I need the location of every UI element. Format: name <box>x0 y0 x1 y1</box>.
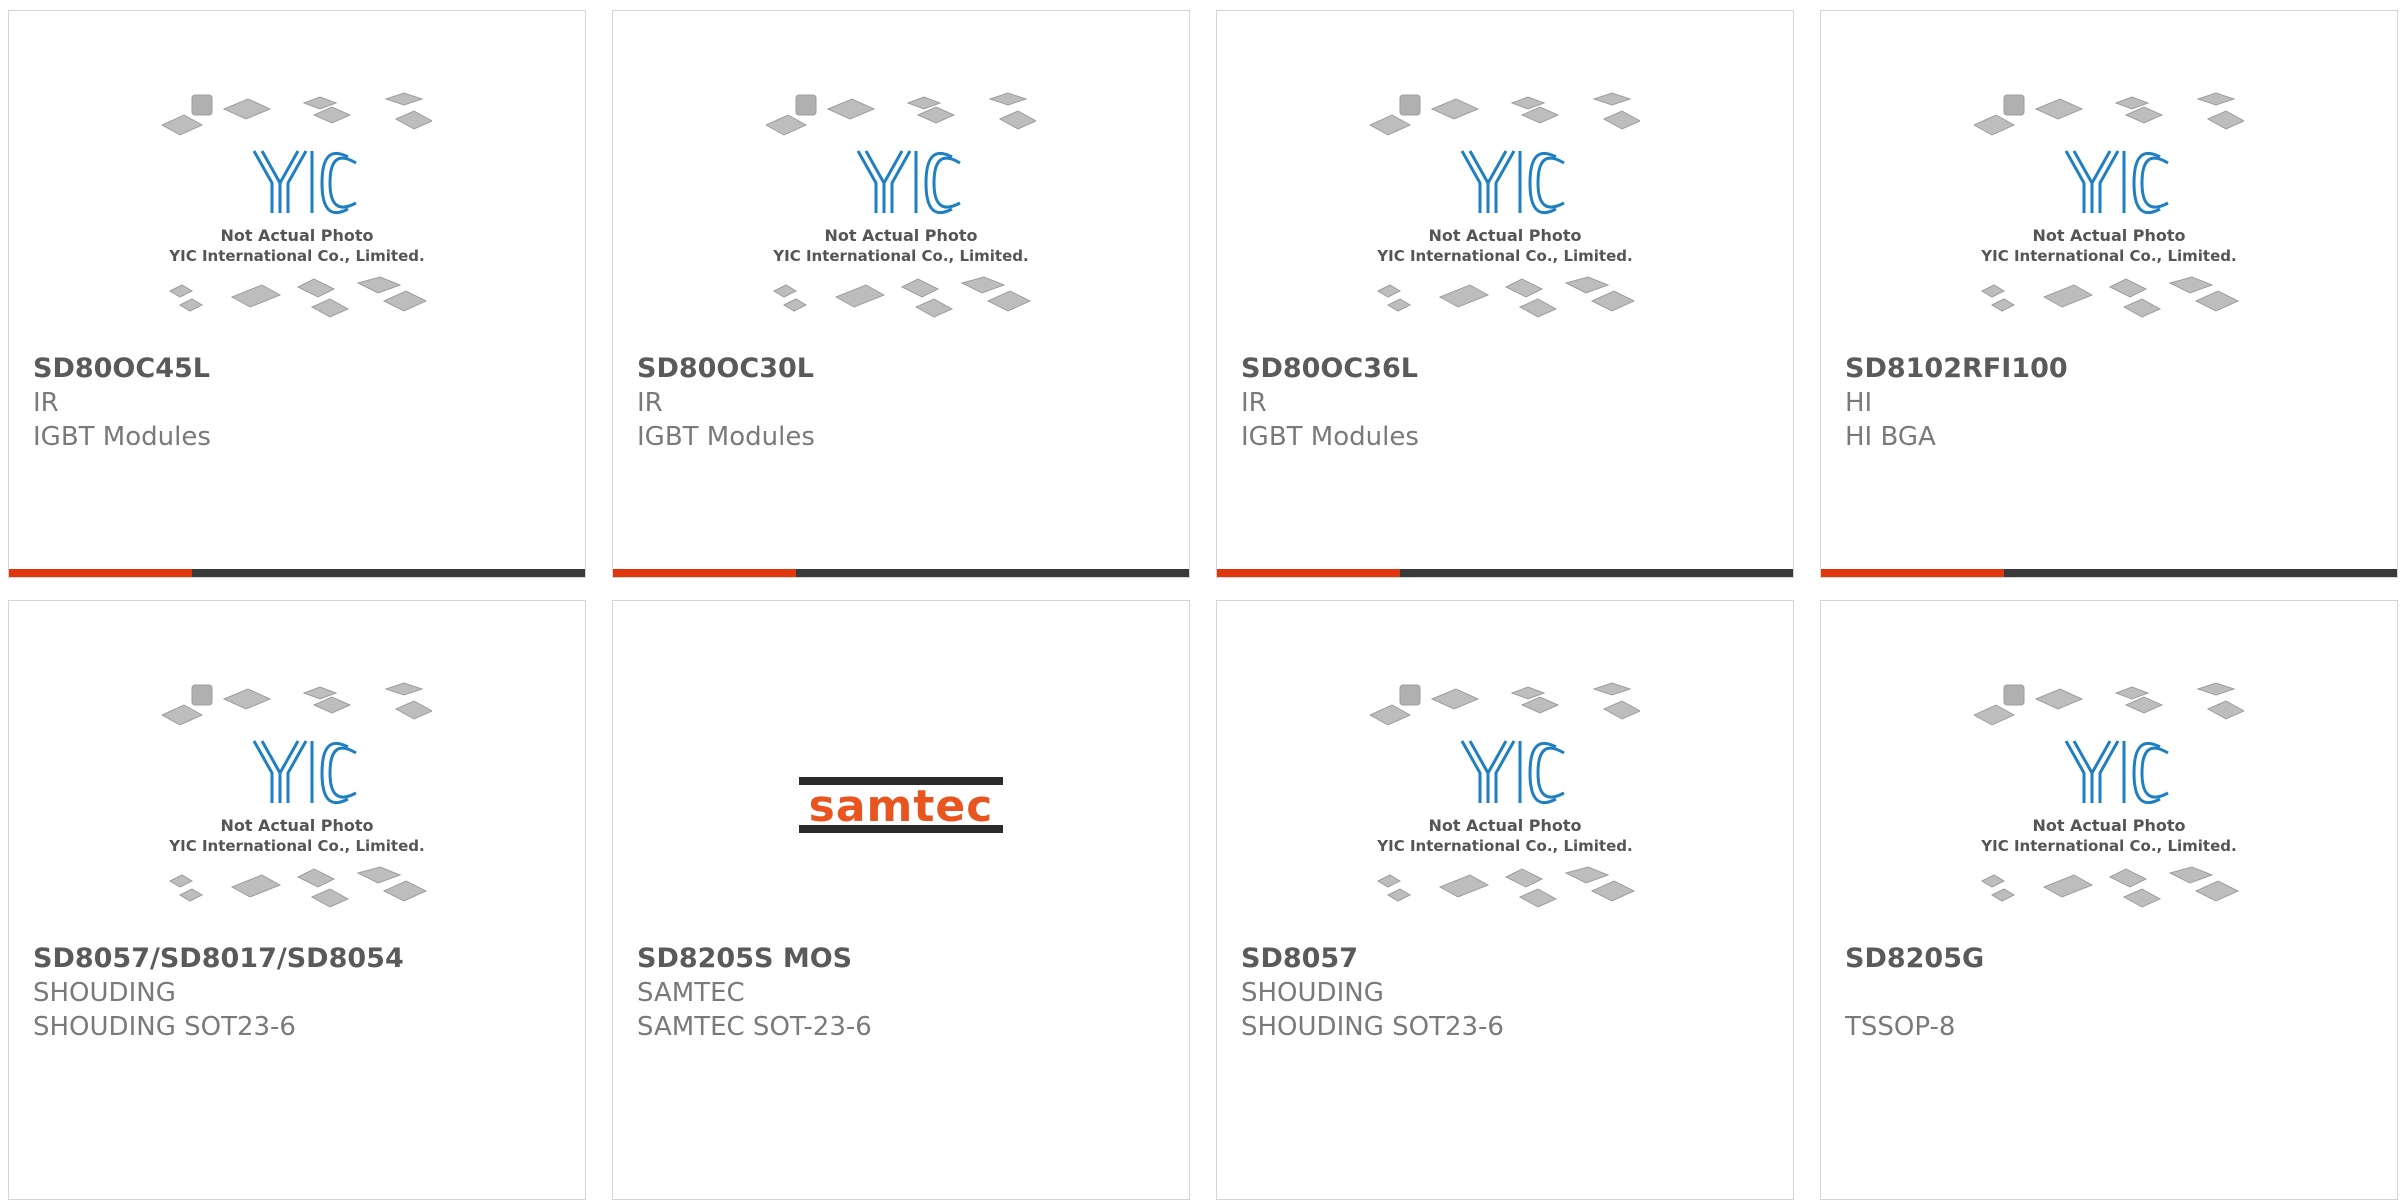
product-category: HI BGA <box>1845 422 1936 452</box>
product-part-number[interactable]: SD8057/SD8017/SD8054 <box>33 942 565 976</box>
product-part-number[interactable]: SD8205G <box>1845 942 2377 976</box>
samtec-logo: samtec <box>799 777 1003 833</box>
image-caption-1: Not Actual Photo <box>1428 226 1581 245</box>
product-category: IGBT Modules <box>33 422 211 452</box>
image-caption-2: YIC International Co., Limited. <box>1376 247 1632 265</box>
card-accent-bar <box>1217 569 1400 577</box>
product-card[interactable]: Not Actual Photo YIC International Co., … <box>8 10 586 578</box>
image-caption-2: YIC International Co., Limited. <box>1980 837 2236 855</box>
yic-placeholder-icon: Not Actual Photo YIC International Co., … <box>1974 682 2244 908</box>
product-category: SHOUDING SOT23-6 <box>33 1012 296 1042</box>
product-category: SAMTEC SOT-23-6 <box>637 1012 872 1042</box>
yic-placeholder-icon: Not Actual Photo YIC International Co., … <box>766 92 1036 318</box>
yic-placeholder-icon: Not Actual Photo YIC International Co., … <box>1974 92 2244 318</box>
card-accent-bar <box>613 569 796 577</box>
image-caption-2: YIC International Co., Limited. <box>772 247 1028 265</box>
product-card[interactable]: Not Actual Photo YIC International Co., … <box>1216 600 1794 1200</box>
product-card[interactable]: Not Actual Photo YIC International Co., … <box>1820 10 2398 578</box>
product-manufacturer: SHOUDING <box>33 978 176 1008</box>
image-caption-2: YIC International Co., Limited. <box>1376 837 1632 855</box>
samtec-logo-text: samtec <box>809 781 994 832</box>
product-part-number[interactable]: SD80OC45L <box>33 352 565 386</box>
product-category: IGBT Modules <box>637 422 815 452</box>
product-image[interactable]: Not Actual Photo YIC International Co., … <box>1217 681 1793 937</box>
product-manufacturer: SAMTEC <box>637 978 745 1008</box>
product-manufacturer <box>1845 976 2377 1010</box>
product-image[interactable]: Not Actual Photo YIC International Co., … <box>9 681 585 937</box>
card-accent-bar <box>1821 569 2004 577</box>
image-caption-1: Not Actual Photo <box>220 226 373 245</box>
image-caption-2: YIC International Co., Limited. <box>168 837 424 855</box>
card-bottom-bar <box>1821 569 2397 577</box>
product-image[interactable]: Not Actual Photo YIC International Co., … <box>1821 681 2397 937</box>
product-manufacturer: IR <box>33 388 59 418</box>
product-card[interactable]: Not Actual Photo YIC International Co., … <box>8 600 586 1200</box>
card-bottom-bar <box>613 569 1189 577</box>
product-manufacturer: HI <box>1845 388 1873 418</box>
image-caption-1: Not Actual Photo <box>220 816 373 835</box>
product-image[interactable]: Not Actual Photo YIC International Co., … <box>9 91 585 347</box>
product-part-number[interactable]: SD80OC30L <box>637 352 1169 386</box>
product-image[interactable]: samtec <box>613 681 1189 937</box>
yic-placeholder-icon: Not Actual Photo YIC International Co., … <box>162 92 432 318</box>
product-grid: Not Actual Photo YIC International Co., … <box>8 10 2400 1200</box>
product-image[interactable]: Not Actual Photo YIC International Co., … <box>1821 91 2397 347</box>
product-card[interactable]: Not Actual Photo YIC International Co., … <box>612 10 1190 578</box>
product-part-number[interactable]: SD80OC36L <box>1241 352 1773 386</box>
product-manufacturer: SHOUDING <box>1241 978 1384 1008</box>
image-caption-1: Not Actual Photo <box>2032 226 2185 245</box>
image-caption-2: YIC International Co., Limited. <box>1980 247 2236 265</box>
product-category: IGBT Modules <box>1241 422 1419 452</box>
image-caption-2: YIC International Co., Limited. <box>168 247 424 265</box>
image-caption-1: Not Actual Photo <box>824 226 977 245</box>
product-image[interactable]: Not Actual Photo YIC International Co., … <box>1217 91 1793 347</box>
yic-placeholder-icon: Not Actual Photo YIC International Co., … <box>1370 92 1640 318</box>
card-bottom-bar <box>1217 569 1793 577</box>
product-card[interactable]: samtec SD8205S MOS SAMTEC SAMTEC SOT-23-… <box>612 600 1190 1200</box>
card-bottom-bar <box>9 569 585 577</box>
product-manufacturer: IR <box>1241 388 1267 418</box>
product-part-number[interactable]: SD8205S MOS <box>637 942 1169 976</box>
product-image[interactable]: Not Actual Photo YIC International Co., … <box>613 91 1189 347</box>
card-accent-bar <box>9 569 192 577</box>
product-part-number[interactable]: SD8102RFI100 <box>1845 352 2377 386</box>
yic-placeholder-icon: Not Actual Photo YIC International Co., … <box>1370 682 1640 908</box>
product-card[interactable]: Not Actual Photo YIC International Co., … <box>1216 10 1794 578</box>
product-part-number[interactable]: SD8057 <box>1241 942 1773 976</box>
product-manufacturer: IR <box>637 388 663 418</box>
image-caption-1: Not Actual Photo <box>2032 816 2185 835</box>
product-card[interactable]: Not Actual Photo YIC International Co., … <box>1820 600 2398 1200</box>
yic-placeholder-icon: Not Actual Photo YIC International Co., … <box>162 682 432 908</box>
image-caption-1: Not Actual Photo <box>1428 816 1581 835</box>
product-category: TSSOP-8 <box>1845 1012 1956 1042</box>
product-category: SHOUDING SOT23-6 <box>1241 1012 1504 1042</box>
